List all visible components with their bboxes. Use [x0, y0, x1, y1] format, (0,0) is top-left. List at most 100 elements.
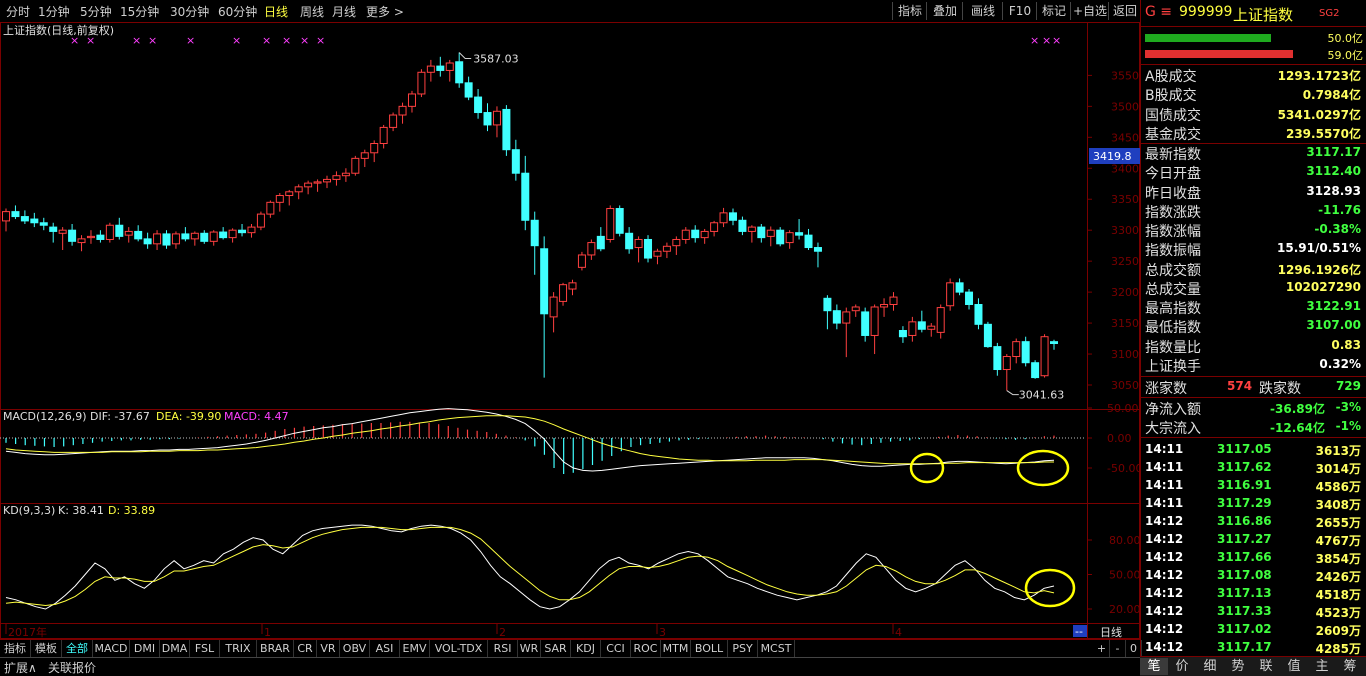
candle [1031, 360, 1040, 379]
indicator-tab[interactable]: CR [294, 640, 317, 657]
indicator-tab[interactable]: 全部 [62, 640, 93, 657]
divider [1141, 437, 1366, 438]
time-label: 2 [499, 626, 506, 639]
candle [681, 227, 690, 244]
panel-tab[interactable]: 值 [1280, 658, 1308, 675]
tick-price: 3117.62 [1217, 460, 1272, 474]
toolbar-button[interactable]: 叠加 [926, 2, 963, 20]
panel-tab[interactable]: 笔 [1140, 658, 1168, 675]
candle [275, 193, 284, 212]
candle-body [115, 224, 124, 237]
panel-tab[interactable]: 势 [1224, 658, 1252, 675]
candle [370, 140, 379, 163]
candle-body [898, 330, 907, 338]
stat-row: 上证换手 0.32% [1141, 356, 1366, 375]
candle-body [502, 108, 511, 151]
indicator-tab[interactable]: BRAR [257, 640, 294, 657]
candle [738, 216, 747, 236]
indicator-tab[interactable]: 指标 [0, 640, 31, 657]
zoom-control[interactable]: + [1094, 640, 1110, 657]
indicator-tab[interactable]: CCI [601, 640, 631, 657]
indicator-tab[interactable]: 模板 [31, 640, 62, 657]
period-tab[interactable]: 15分钟 [120, 3, 159, 20]
panel-tab[interactable]: 联 [1252, 658, 1280, 675]
candle [606, 205, 615, 243]
period-tab[interactable]: 周线 [300, 3, 324, 20]
period-tab[interactable]: 30分钟 [170, 3, 209, 20]
stat-value: 3107.00 [1306, 318, 1361, 333]
indicator-tab[interactable]: KDJ [571, 640, 601, 657]
indicator-tab[interactable]: TRIX [220, 640, 257, 657]
toolbar-button[interactable]: F10 [1002, 2, 1037, 20]
period-tab[interactable]: 1分钟 [38, 3, 70, 20]
stat-row: 国债成交 5341.0297亿 [1141, 105, 1366, 124]
tick-row: 14:11 3117.29 3408万 [1141, 494, 1366, 512]
indicator-tab[interactable]: MCST [758, 640, 795, 657]
expand-button[interactable]: 扩展∧ [4, 659, 37, 676]
candle-body [974, 304, 983, 325]
indicator-tab[interactable]: WR [518, 640, 541, 657]
indicator-tab[interactable]: BOLL [691, 640, 728, 657]
indicator-tab[interactable]: MTM [661, 640, 691, 657]
toolbar-button[interactable]: 指标 [892, 2, 927, 20]
period-tab[interactable]: 5分钟 [80, 3, 112, 20]
candle-body [691, 229, 700, 239]
indicator-tab[interactable]: ASI [370, 640, 400, 657]
highlight-circle [1016, 449, 1070, 487]
chart-frame [0, 22, 1140, 639]
indicator-tab[interactable]: RSI [488, 640, 518, 657]
price-tick-label: 3300 [1111, 224, 1139, 237]
candle [266, 200, 275, 218]
indicator-tab[interactable]: DMI [130, 640, 160, 657]
indicator-tab[interactable]: SAR [541, 640, 571, 657]
candle [464, 76, 473, 101]
toolbar-button[interactable]: 画线 [962, 2, 1003, 20]
up-count: 574 [1227, 379, 1253, 393]
candle [96, 230, 105, 243]
candle [615, 205, 624, 237]
candle [474, 89, 483, 119]
panel-tab[interactable]: 细 [1196, 658, 1224, 675]
indicator-tab[interactable]: EMV [400, 640, 430, 657]
tick-row: 14:12 3117.13 4518万 [1141, 584, 1366, 602]
candle [644, 235, 653, 263]
toolbar-button[interactable]: 标记 [1036, 2, 1071, 20]
panel-tab[interactable]: 主 [1308, 658, 1336, 675]
candle-body [851, 306, 860, 312]
zoom-control[interactable]: - [1110, 640, 1126, 657]
candle [445, 59, 454, 82]
flow-pct: -1% [1335, 419, 1361, 433]
candle [813, 242, 822, 268]
panel-tab[interactable]: 筹 [1336, 658, 1364, 675]
candle [936, 304, 945, 339]
toolbar-button[interactable]: 返回 [1108, 2, 1141, 20]
indicator-tab[interactable]: MACD [93, 640, 130, 657]
period-tab[interactable]: 更多 > [366, 3, 404, 20]
candle-body [474, 96, 483, 114]
candle [1040, 334, 1049, 378]
panel-tab[interactable]: 价 [1168, 658, 1196, 675]
period-tab[interactable]: 60分钟 [218, 3, 257, 20]
chart-area[interactable]: 上证指数(日线,前复权)3550350034503400335033003250… [0, 22, 1140, 639]
candle-body [728, 212, 737, 221]
indicator-tab[interactable]: VR [317, 640, 340, 657]
macd-value: MACD: 4.47 [224, 410, 289, 423]
period-tab[interactable]: 月线 [332, 3, 356, 20]
period-tab[interactable]: 分时 [6, 3, 30, 20]
indicator-tab[interactable]: ROC [631, 640, 661, 657]
candle [559, 282, 568, 306]
period-tab[interactable]: 日线 [264, 3, 288, 20]
indicator-tab[interactable]: FSL [190, 640, 220, 657]
candle [540, 236, 549, 378]
indicator-tab[interactable]: DMA [160, 640, 190, 657]
candle [105, 222, 114, 243]
indicator-tab[interactable]: VOL-TDX [430, 640, 488, 657]
indicator-tab[interactable]: PSY [728, 640, 758, 657]
indicator-tab[interactable]: OBV [340, 640, 370, 657]
candle [577, 251, 586, 271]
kd-tick-label: 80.00 [1109, 534, 1140, 547]
related-quotes-button[interactable]: 关联报价 [48, 659, 96, 676]
toolbar-button[interactable]: +自选 [1070, 2, 1109, 20]
tick-volume: 3408万 [1315, 498, 1361, 512]
candle [1002, 354, 1011, 391]
